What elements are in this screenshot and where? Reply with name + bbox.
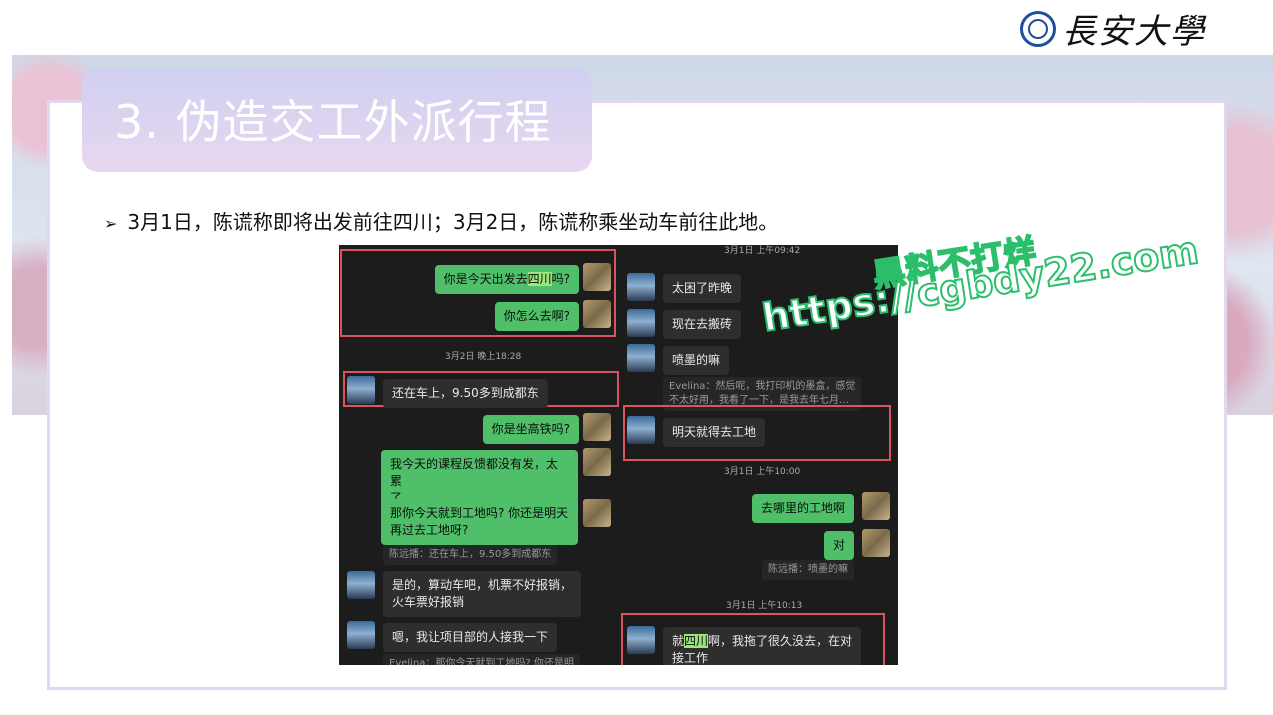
timestamp: 3月1日 上午10:00 [724,467,801,477]
message-bubble: 嗯，我让项目部的人接我一下 [383,623,558,652]
self-avatar [583,413,611,441]
university-name: 長安大學 [1062,12,1206,52]
quoted-message: Evelina：那你今天就到工地吗? 你还是明 [383,654,580,665]
message-bubble: 你怎么去啊? [494,302,579,331]
bullet-text: 3月1日，陈谎称即将出发前往四川；3月2日，陈谎称乘坐动车前往此地。 [127,210,779,234]
self-avatar [583,263,611,291]
message-bubble: 就四川啊，我拖了很久没去，在对 接工作 [663,627,862,665]
message-bubble: 还在车上，9.50多到成都东 [383,379,548,408]
message-bubble: 现在去搬砖 [663,310,742,339]
contact-avatar [347,376,375,404]
slide-title: 3. 伪造交工外派行程 [114,95,552,149]
university-seal-icon [1020,10,1056,47]
message-bubble: 你是坐高铁吗? [482,415,579,444]
message-bubble: 去哪里的工地啊 [751,494,854,523]
message-bubble: 是的，算动车吧，机票不好报销， 火车票好报销 [383,571,582,617]
timestamp: 3月1日 上午10:13 [726,601,803,611]
self-avatar [862,529,890,557]
contact-avatar [627,344,655,372]
university-logo: 長安大學 [1020,4,1206,53]
message-bubble: 那你今天就到工地吗? 你还是明天 再过去工地呀? [381,499,578,545]
arrow-bullet-icon: ➢ [104,214,118,233]
message-bubble: 喷墨的嘛 [663,346,730,375]
message-bubble: 太困了昨晚 [663,274,742,303]
contact-avatar [347,571,375,599]
contact-avatar [627,626,655,654]
bullet-point: ➢ 3月1日，陈谎称即将出发前往四川；3月2日，陈谎称乘坐动车前往此地。 [104,206,778,235]
self-avatar [583,448,611,476]
timestamp: 3月2日 晚上18:28 [445,352,522,362]
self-avatar [862,492,890,520]
contact-avatar [347,621,375,649]
message-bubble: 明天就得去工地 [663,418,766,447]
contact-avatar [627,273,655,301]
quoted-message: 陈远播：喷墨的嘛 [762,560,854,580]
contact-avatar [627,309,655,337]
self-avatar [583,300,611,328]
quoted-message: 陈远播：还在车上，9.50多到成都东 [383,545,558,565]
message-bubble: 你是今天出发去四川吗? [434,265,579,294]
self-avatar [583,499,611,527]
timestamp: 3月1日 上午09:42 [724,246,801,256]
chat-column-left: 你是今天出发去四川吗? 你怎么去啊? 3月2日 晚上18:28 还在车上，9.5… [339,245,619,665]
message-bubble: 对 [823,531,854,560]
contact-avatar [627,416,655,444]
